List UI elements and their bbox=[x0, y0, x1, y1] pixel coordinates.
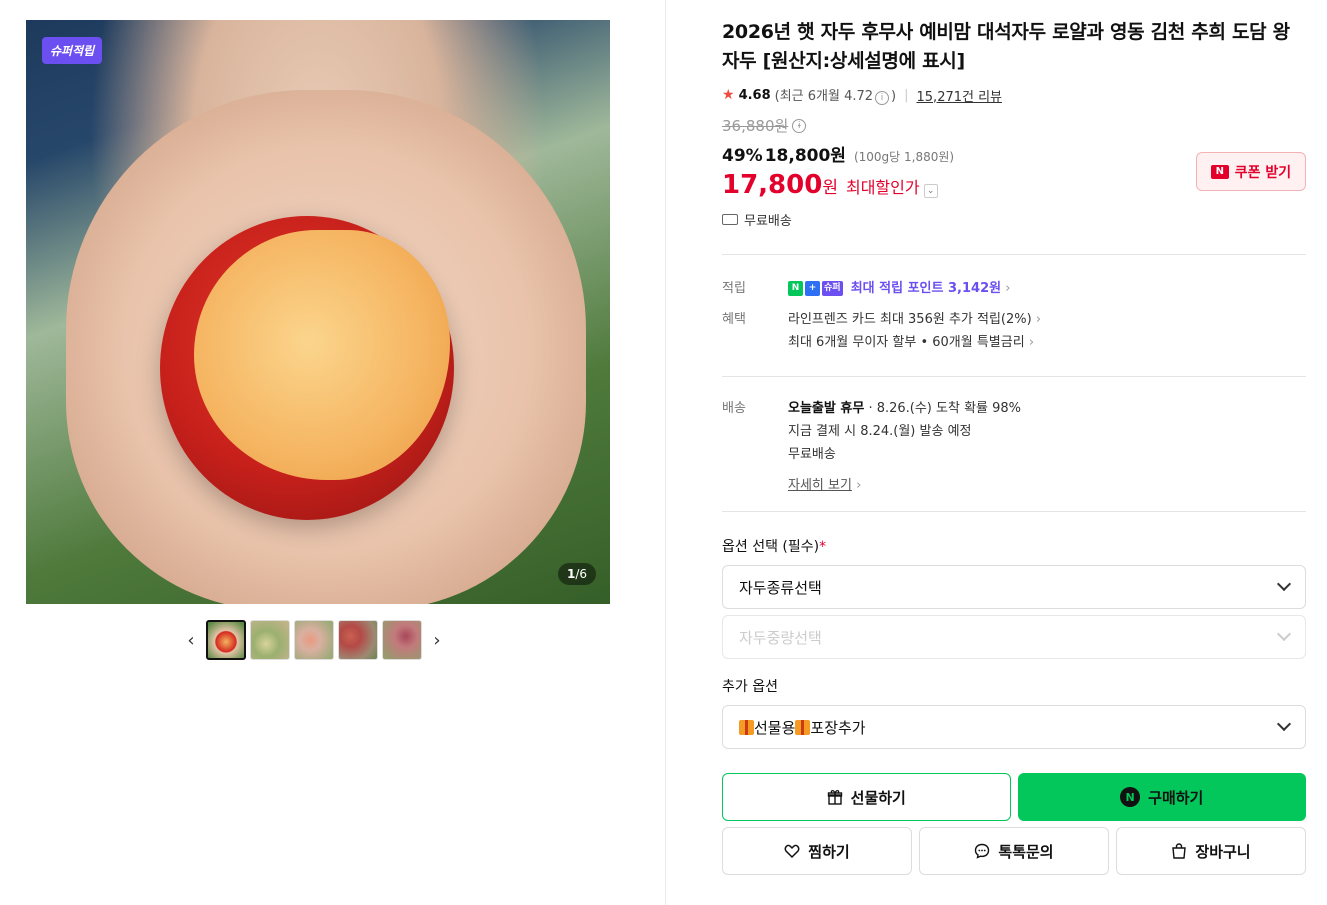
benefits-section: 적립 N + 슈퍼 최대 적립 포인트 3,142원 › 혜택 라인프렌즈 카드… bbox=[722, 277, 1306, 354]
chevron-down-icon bbox=[1276, 716, 1292, 732]
gift-label: 선물하기 bbox=[850, 788, 906, 807]
cart-label: 장바구니 bbox=[1195, 842, 1251, 861]
point-key: 적립 bbox=[722, 281, 746, 296]
price-info-icon[interactable]: i bbox=[792, 118, 807, 133]
gift-box-icon bbox=[795, 719, 811, 735]
dispatch-date: 지금 결제 시 8.24.(월) 발송 예정 bbox=[788, 424, 972, 439]
shipping-row: 무료배송 bbox=[722, 210, 1306, 229]
naver-pay-icon: N bbox=[1120, 787, 1141, 807]
thumbnail-3[interactable] bbox=[294, 620, 334, 660]
plum-type-select[interactable]: 자두종류선택 bbox=[722, 565, 1306, 609]
unit-price: (100g당 1,880원) bbox=[853, 150, 955, 164]
chevron-down-icon bbox=[1276, 626, 1292, 642]
naver-badge: N bbox=[788, 281, 803, 296]
rating-score: 4.68 bbox=[738, 87, 771, 103]
delivery-section: 배송 오늘출발 휴무 · 8.26.(수) 도착 확률 98% 지금 결제 시 … bbox=[722, 397, 1306, 497]
select-value: 선물용 포장추가 bbox=[739, 717, 866, 738]
max-discount-price: 17,800 bbox=[722, 170, 823, 200]
plum-flesh-graphic bbox=[194, 230, 450, 480]
sale-price: 18,800원 bbox=[764, 146, 846, 166]
original-price: 36,880원 bbox=[722, 117, 789, 135]
coupon-label: 쿠폰 받기 bbox=[1234, 164, 1292, 181]
product-main-image[interactable] bbox=[26, 20, 610, 604]
delivery-row: 배송 오늘출발 휴무 · 8.26.(수) 도착 확률 98% 지금 결제 시 … bbox=[722, 397, 1306, 497]
shipping-text: 무료배송 bbox=[744, 214, 792, 229]
details-link[interactable]: 자세히 보기 › bbox=[788, 474, 1306, 497]
cart-button[interactable]: 장바구니 bbox=[1116, 827, 1306, 875]
delivery-fee: 무료배송 bbox=[788, 447, 836, 462]
installment-link[interactable]: 최대 6개월 무이자 할부 • 60개월 특별금리 › bbox=[788, 331, 1306, 354]
divider bbox=[722, 511, 1306, 512]
chevron-right-icon: › bbox=[856, 478, 862, 493]
gift-icon bbox=[827, 790, 842, 805]
recent-rating: (최근 6개월 4.72 i) bbox=[774, 89, 897, 105]
primary-actions: 선물하기 N 구매하기 bbox=[722, 773, 1306, 821]
gift-package-select[interactable]: 선물용 포장추가 bbox=[722, 705, 1306, 749]
thumbnail-2[interactable] bbox=[250, 620, 290, 660]
divider bbox=[722, 254, 1306, 255]
super-badge: 슈퍼 bbox=[822, 281, 843, 296]
product-title: 2026년 햇 자두 후무사 예비맘 대석자두 로얄과 영동 김천 추희 도담 … bbox=[722, 21, 1290, 72]
chevron-right-icon: › bbox=[1035, 312, 1042, 327]
max-discount-label: 최대할인가 bbox=[845, 178, 920, 197]
heart-icon bbox=[784, 844, 800, 859]
point-link[interactable]: N + 슈퍼 최대 적립 포인트 3,142원 › bbox=[788, 277, 1306, 300]
card-benefit-link[interactable]: 라인프렌즈 카드 최대 356원 추가 적립(2%) › bbox=[788, 308, 1306, 331]
star-icon: ★ bbox=[722, 87, 735, 103]
extra-option-label: 추가 옵션 bbox=[722, 679, 778, 695]
wish-button[interactable]: 찜하기 bbox=[722, 827, 912, 875]
discount-rate: 49% bbox=[722, 146, 763, 166]
separator: | bbox=[904, 87, 909, 103]
product-info-panel: 2026년 햇 자두 후무사 예비맘 대석자두 로얄과 영동 김천 추희 도담 … bbox=[722, 18, 1306, 875]
benefit-key: 혜택 bbox=[722, 312, 746, 327]
truck-icon bbox=[722, 214, 738, 225]
chevron-right-icon: › bbox=[1005, 281, 1011, 296]
panel-divider bbox=[665, 0, 666, 905]
rating-row: ★ 4.68 (최근 6개월 4.72 i) | 15,271건 리뷰 bbox=[722, 85, 1306, 105]
original-price-row: 36,880원 i bbox=[722, 115, 1306, 136]
info-icon[interactable]: i bbox=[875, 91, 890, 105]
today-ship-status: 오늘출발 휴무 bbox=[788, 401, 865, 416]
thumbnail-strip: ‹ › bbox=[180, 620, 448, 660]
review-count-link[interactable]: 15,271건 리뷰 bbox=[917, 86, 1003, 105]
secondary-actions: 찜하기 톡톡문의 장바구니 bbox=[722, 827, 1306, 875]
select-value: 자두종류선택 bbox=[739, 578, 822, 597]
point-text: 최대 적립 포인트 3,142원 bbox=[850, 281, 1002, 296]
image-counter: 1/6 bbox=[558, 563, 597, 585]
gift-button[interactable]: 선물하기 bbox=[722, 773, 1011, 821]
shopping-bag-icon bbox=[1172, 843, 1187, 859]
arrival-probability: · 8.26.(수) 도착 확률 98% bbox=[868, 401, 1022, 416]
option-label: 옵션 선택 (필수)* bbox=[722, 539, 827, 555]
thumbnail-1[interactable] bbox=[206, 620, 246, 660]
coupon-button[interactable]: N 쿠폰 받기 bbox=[1196, 152, 1306, 191]
chevron-down-icon[interactable]: ⌄ bbox=[923, 184, 938, 198]
wish-label: 찜하기 bbox=[808, 842, 850, 861]
select-value: 자두중량선택 bbox=[739, 628, 822, 647]
thumbnail-4[interactable] bbox=[338, 620, 378, 660]
talk-inquiry-button[interactable]: 톡톡문의 bbox=[919, 827, 1109, 875]
plus-badge: + bbox=[805, 281, 820, 296]
chat-bubble-icon bbox=[975, 843, 990, 859]
point-badges: N + 슈퍼 bbox=[788, 281, 843, 296]
naver-logo-icon: N bbox=[1210, 164, 1229, 179]
super-point-badge: 슈퍼적립 bbox=[42, 37, 103, 64]
chevron-left-icon[interactable]: ‹ bbox=[180, 620, 202, 660]
benefit-row: 혜택 라인프렌즈 카드 최대 356원 추가 적립(2%) › 최대 6개월 무… bbox=[722, 308, 1306, 354]
option-section: 옵션 선택 (필수)* 자두종류선택 자두중량선택 추가 옵션 선물용 포장추가 bbox=[722, 536, 1306, 749]
divider bbox=[722, 376, 1306, 377]
chevron-down-icon bbox=[1276, 576, 1292, 592]
chevron-right-icon[interactable]: › bbox=[426, 620, 448, 660]
gift-box-icon bbox=[739, 719, 754, 735]
plum-weight-select[interactable]: 자두중량선택 bbox=[722, 615, 1306, 659]
delivery-key: 배송 bbox=[722, 401, 746, 416]
thumbnail-5[interactable] bbox=[382, 620, 422, 660]
buy-button[interactable]: N 구매하기 bbox=[1017, 773, 1306, 821]
point-row: 적립 N + 슈퍼 최대 적립 포인트 3,142원 › bbox=[722, 277, 1306, 300]
max-discount-won: 원 bbox=[822, 178, 838, 198]
buy-label: 구매하기 bbox=[1148, 788, 1204, 807]
talk-label: 톡톡문의 bbox=[998, 842, 1054, 861]
chevron-right-icon: › bbox=[1028, 335, 1035, 350]
